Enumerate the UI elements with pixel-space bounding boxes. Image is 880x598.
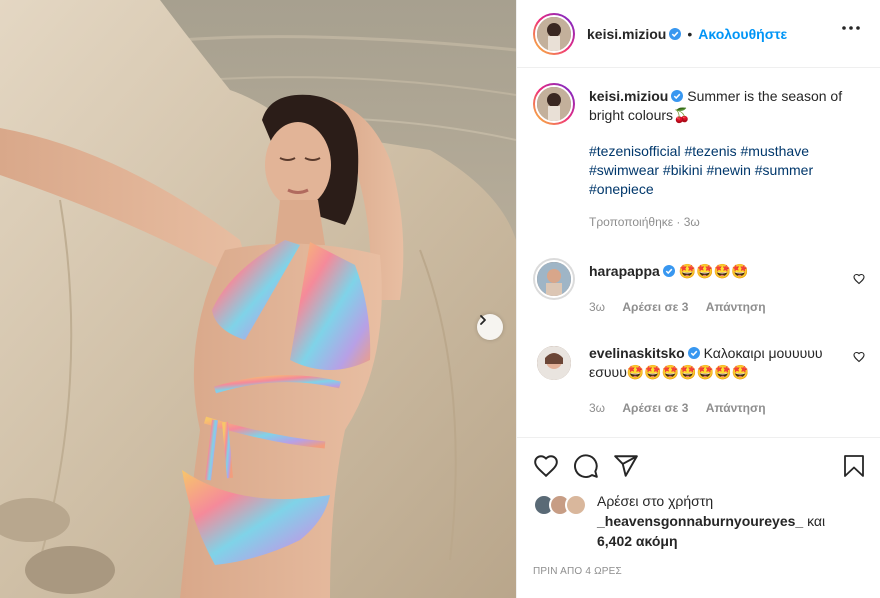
next-photo-button[interactable] xyxy=(477,314,503,340)
reply-button[interactable]: Απάντηση xyxy=(706,401,766,415)
likes-conj: και xyxy=(807,513,826,529)
commenter-avatar[interactable] xyxy=(533,258,575,300)
verified-badge-icon xyxy=(662,265,675,277)
commenter-username[interactable]: evelinaskitsko xyxy=(589,345,685,361)
hashtag-list: #tezenisofficial #tezenis #musthave #swi… xyxy=(589,142,853,199)
heart-icon[interactable] xyxy=(533,453,559,479)
avatar-image xyxy=(535,344,573,382)
liker-avatars[interactable] xyxy=(533,494,591,518)
hashtag-link[interactable]: #bikini xyxy=(663,162,703,178)
verified-badge-icon xyxy=(687,347,700,359)
comment-icon[interactable] xyxy=(573,453,599,479)
reply-button[interactable]: Απάντηση xyxy=(706,300,766,314)
comment-likes[interactable]: Αρέσει σε 3 xyxy=(622,401,688,415)
hashtag-link[interactable]: #tezenisofficial xyxy=(589,143,681,159)
caption: keisi.miziou Summer is the season of bri… xyxy=(517,83,880,232)
verified-badge-icon xyxy=(669,27,682,40)
liker-avatar xyxy=(565,494,587,516)
share-icon[interactable] xyxy=(613,453,639,479)
caption-meta: Τροποποιήθηκε · 3ω xyxy=(589,213,853,232)
liker-username[interactable]: _heavensgonnaburnyoureyes_ xyxy=(597,513,803,529)
post-actions: Αρέσει στο χρήστη _heavensgonnaburnyoure… xyxy=(517,437,880,551)
post-header: keisi.miziou • Ακολουθήστε xyxy=(517,0,880,68)
comment-meta: 3ω Αρέσει σε 3 Απάντηση xyxy=(589,298,853,317)
author-avatar[interactable] xyxy=(533,12,575,55)
comment-like-icon[interactable] xyxy=(853,351,865,363)
avatar-photo xyxy=(537,87,571,121)
edited-label: Τροποποιήθηκε · 3ω xyxy=(589,215,700,229)
comment-time[interactable]: 3ω xyxy=(589,401,605,415)
comment-item: evelinaskitsko Καλοκαιρι μουυυυυ εσυυυ🤩🤩… xyxy=(517,342,880,418)
comment-time[interactable]: 3ω xyxy=(589,300,605,314)
comment-item: harapappa 🤩🤩🤩🤩 3ω Αρέσει σε 3 Απάντηση xyxy=(517,258,880,317)
likes-text: Αρέσει στο χρήστη _heavensgonnaburnyoure… xyxy=(597,491,847,551)
avatar-photo xyxy=(537,16,571,51)
likes-count[interactable]: 6,402 ακόμη xyxy=(597,533,678,549)
comment-text: 🤩🤩🤩🤩 xyxy=(678,263,749,279)
hashtag-link[interactable]: #newin xyxy=(707,162,751,178)
verified-badge-icon xyxy=(671,90,684,102)
hashtag-link[interactable]: #swimwear xyxy=(589,162,659,178)
caption-username[interactable]: keisi.miziou xyxy=(589,88,668,104)
commenter-avatar[interactable] xyxy=(533,342,575,384)
hashtag-link[interactable]: #musthave xyxy=(741,143,809,159)
avatar-image xyxy=(535,85,573,123)
follow-button[interactable]: Ακολουθήστε xyxy=(698,26,787,42)
caption-avatar[interactable] xyxy=(533,83,575,125)
comments-list[interactable]: keisi.miziou Summer is the season of bri… xyxy=(517,69,880,435)
comment-likes[interactable]: Αρέσει σε 3 xyxy=(622,300,688,314)
post-sidebar: keisi.miziou • Ακολουθήστε keisi.miziou … xyxy=(516,0,880,598)
comment-like-icon[interactable] xyxy=(853,273,865,285)
photo-illustration xyxy=(0,0,516,598)
bookmark-icon[interactable] xyxy=(843,454,865,478)
hashtag-link[interactable]: #summer xyxy=(755,162,813,178)
avatar-image xyxy=(535,14,573,53)
instagram-post: keisi.miziou • Ακολουθήστε keisi.miziou … xyxy=(0,0,880,598)
hashtag-link[interactable]: #tezenis xyxy=(684,143,736,159)
avatar-photo xyxy=(537,346,571,380)
post-photo[interactable] xyxy=(0,0,516,598)
author-username[interactable]: keisi.miziou xyxy=(587,26,666,42)
avatar-photo xyxy=(537,262,571,296)
action-bar xyxy=(517,438,880,494)
post-timestamp[interactable]: ΠΡΙΝ ΑΠΟ 4 ΩΡΕΣ xyxy=(533,566,622,577)
commenter-username[interactable]: harapappa xyxy=(589,263,660,279)
comment-meta: 3ω Αρέσει σε 3 Απάντηση xyxy=(589,399,853,418)
avatar-image xyxy=(535,260,573,298)
chevron-right-icon xyxy=(480,315,486,325)
header-separator: • xyxy=(687,25,693,42)
likes-summary: Αρέσει στο χρήστη _heavensgonnaburnyoure… xyxy=(517,491,880,551)
more-options-icon[interactable] xyxy=(842,26,860,30)
likes-prefix: Αρέσει στο χρήστη xyxy=(597,493,714,509)
hashtag-link[interactable]: #onepiece xyxy=(589,181,654,197)
